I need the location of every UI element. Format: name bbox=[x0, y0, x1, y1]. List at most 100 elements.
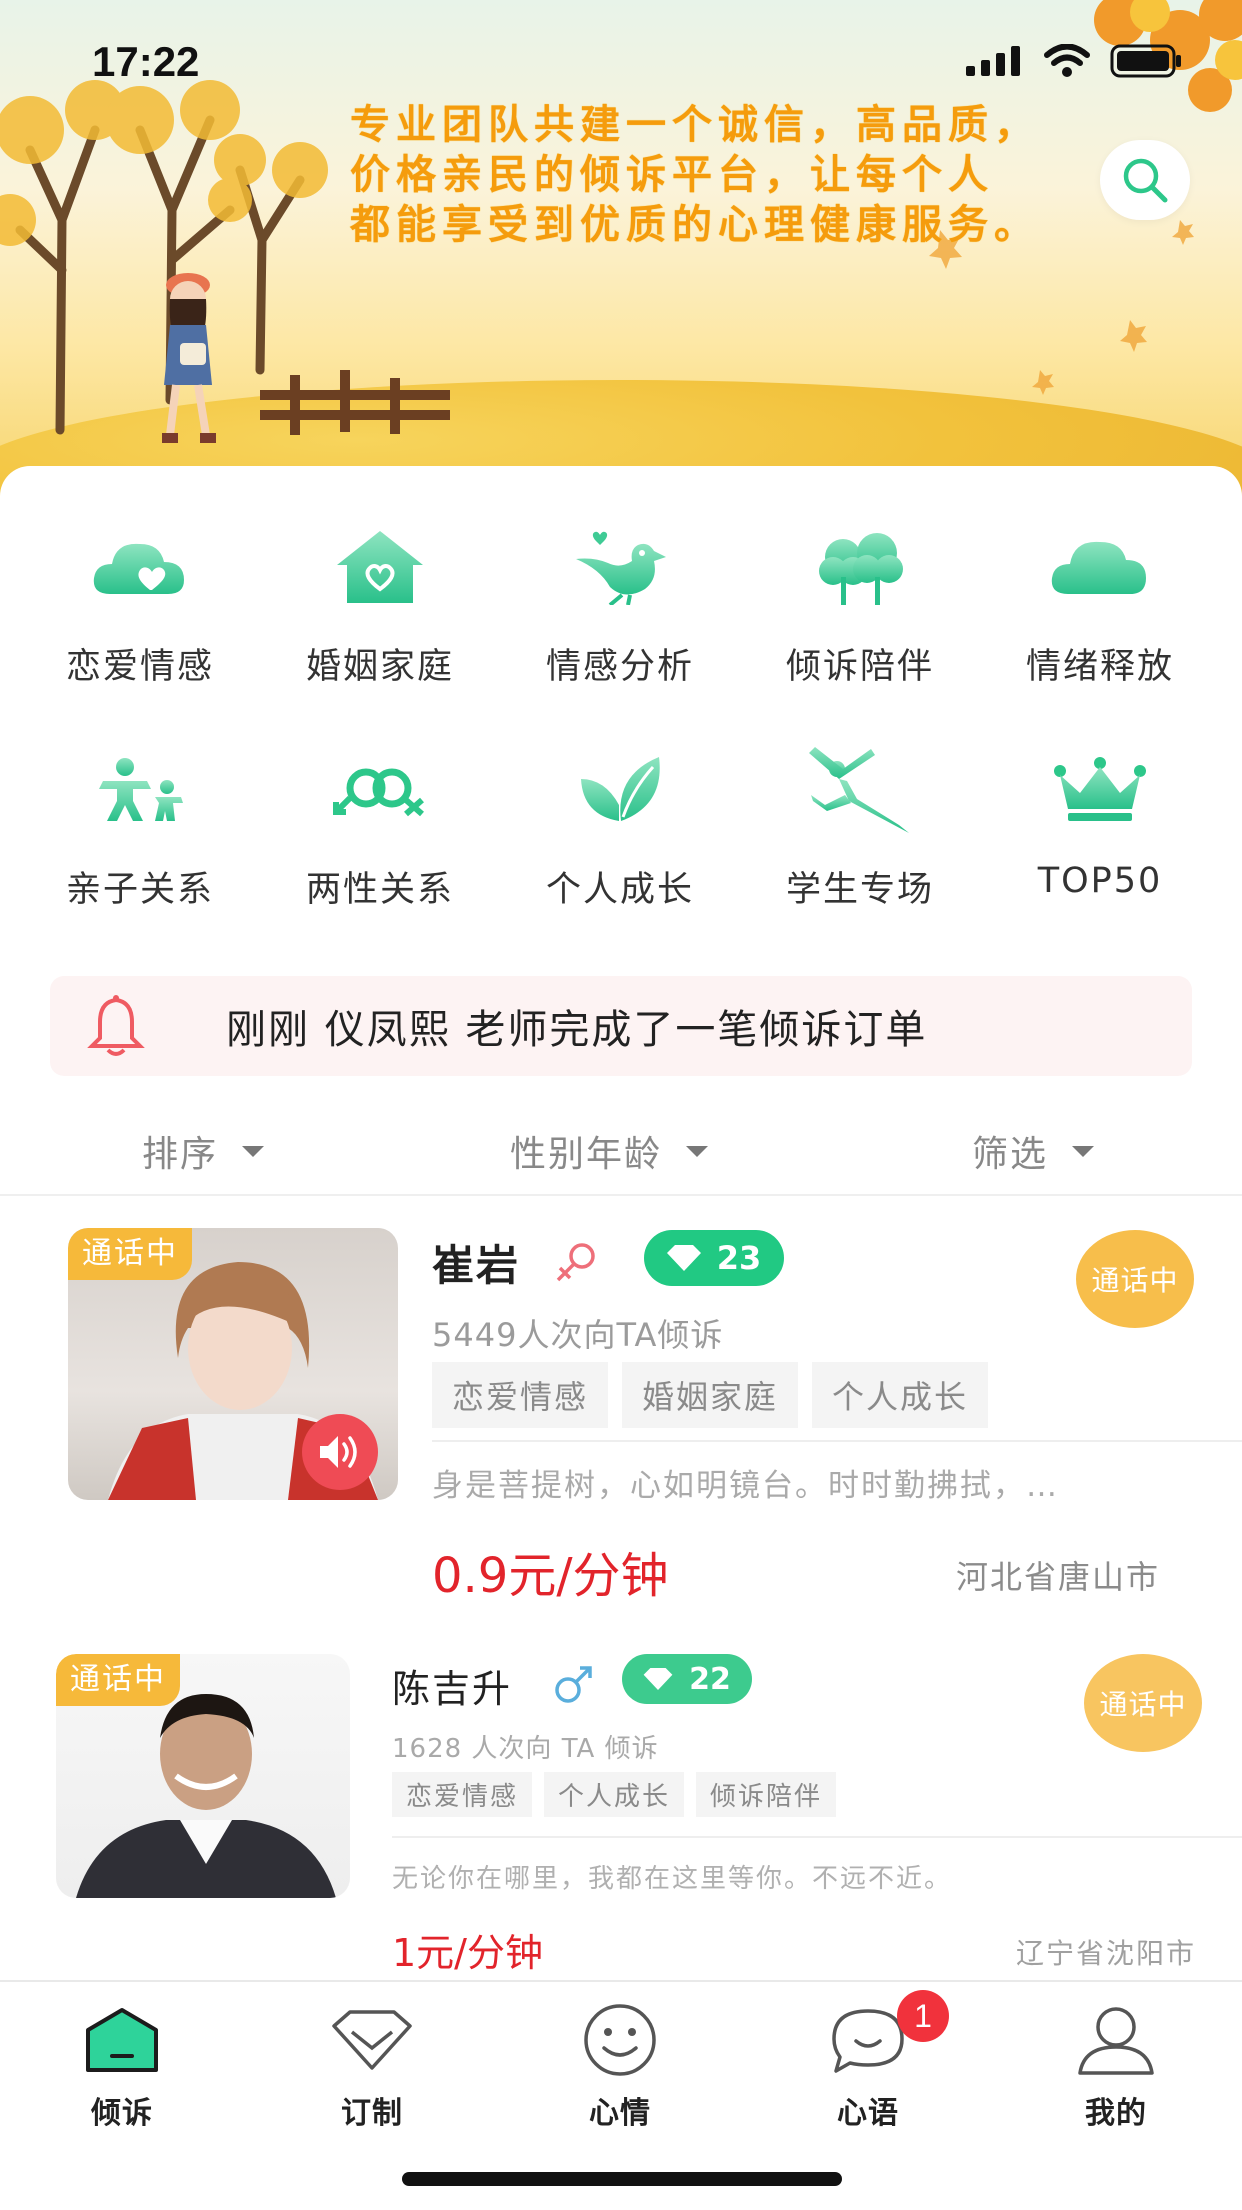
caret-down-icon bbox=[1072, 1145, 1095, 1157]
tag: 婚姻家庭 bbox=[622, 1362, 799, 1428]
call-status-button[interactable]: 通话中 bbox=[1084, 1654, 1202, 1752]
filter-label: 性别年龄 bbox=[510, 1134, 663, 1175]
home-icon bbox=[86, 2008, 158, 2072]
cellular-signal-icon bbox=[966, 46, 1020, 76]
filter-label: 筛选 bbox=[972, 1134, 1049, 1175]
tag: 个人成长 bbox=[544, 1772, 685, 1817]
listener-card[interactable]: 通话中 陈吉升 22 通话中 1628 人次向 TA 倾诉 恋爱情感 个人成长 … bbox=[0, 1646, 1242, 1976]
level-value: 22 bbox=[689, 1661, 731, 1697]
category-love[interactable]: 恋爱情感 bbox=[20, 522, 260, 689]
tag: 倾诉陪伴 bbox=[696, 1772, 837, 1817]
tab-label: 心语 bbox=[837, 2096, 899, 2131]
female-icon bbox=[556, 1243, 595, 1282]
girl-illustration bbox=[162, 273, 216, 443]
call-count: 1628 人次向 TA 倾诉 bbox=[392, 1734, 659, 1764]
listener-price: 1元/分钟 bbox=[392, 1931, 543, 1975]
category-label: 学生专场 bbox=[785, 870, 934, 910]
card-divider bbox=[392, 1836, 1242, 1838]
filter-screen[interactable]: 筛选 bbox=[972, 1125, 1095, 1177]
status-tag: 通话中 bbox=[56, 1654, 180, 1706]
header-banner: 17:22 专业团队共建一个诚信，高品质， 价格亲民的倾诉平台，让每个人 都能享… bbox=[0, 0, 1242, 500]
category-label: 情感分析 bbox=[545, 647, 694, 687]
category-label: 恋爱情感 bbox=[65, 647, 214, 687]
bird-icon bbox=[576, 531, 666, 605]
bell-icon bbox=[87, 995, 145, 1056]
tag-list: 恋爱情感 个人成长 倾诉陪伴 bbox=[392, 1772, 837, 1817]
house-heart-icon bbox=[337, 531, 423, 603]
category-marriage[interactable]: 婚姻家庭 bbox=[260, 522, 500, 689]
tab-mood[interactable]: 心情 bbox=[520, 2000, 720, 2132]
filter-gender-age[interactable]: 性别年龄 bbox=[510, 1125, 709, 1177]
filter-sort[interactable]: 排序 bbox=[142, 1125, 265, 1177]
fence-illustration bbox=[260, 370, 450, 435]
unread-badge: 1 bbox=[897, 1990, 949, 2042]
leaf-icon bbox=[581, 757, 660, 821]
filter-divider bbox=[0, 1194, 1242, 1196]
category-students[interactable]: 学生专场 bbox=[740, 745, 980, 912]
tab-custom[interactable]: 订制 bbox=[272, 2000, 472, 2132]
wifi-icon bbox=[1044, 44, 1090, 77]
caret-down-icon bbox=[686, 1145, 709, 1157]
tag: 恋爱情感 bbox=[432, 1362, 609, 1428]
tag-list: 恋爱情感 婚姻家庭 个人成长 bbox=[432, 1362, 989, 1428]
listener-city: 辽宁省沈阳市 bbox=[1016, 1937, 1197, 1970]
listener-card[interactable]: 通话中 崔岩 23 通话中 5449人次向TA倾诉 恋爱情感 婚姻家庭 个人成长… bbox=[0, 1220, 1242, 1604]
category-label: 倾诉陪伴 bbox=[785, 647, 934, 687]
category-personal-growth[interactable]: 个人成长 bbox=[500, 745, 740, 912]
battery-icon bbox=[1110, 44, 1181, 78]
category-emotion-analysis[interactable]: 情感分析 bbox=[500, 522, 740, 689]
speaker-icon bbox=[320, 1436, 357, 1468]
diamond-icon bbox=[666, 1245, 701, 1271]
tab-messages[interactable]: 1 心语 bbox=[768, 1990, 968, 2132]
voice-intro-button[interactable] bbox=[302, 1414, 378, 1490]
call-count: 5449人次向TA倾诉 bbox=[432, 1316, 724, 1354]
tab-label: 心情 bbox=[589, 2096, 651, 2131]
cloud-icon bbox=[1051, 541, 1146, 594]
tab-profile[interactable]: 我的 bbox=[1016, 2000, 1216, 2132]
banner-slogan: 专业团队共建一个诚信，高品质， 价格亲民的倾诉平台，让每个人 都能享受到优质的心… bbox=[350, 100, 1170, 250]
order-notice-bar[interactable]: 刚刚 仪凤熙 老师完成了一笔倾诉订单 bbox=[50, 976, 1192, 1076]
category-grid: 恋爱情感 婚姻家庭 情感分析 倾诉陪伴 情绪释放 亲子关系 两性关系 个人成长 … bbox=[0, 522, 1242, 912]
hearts-cloud-icon bbox=[93, 543, 184, 594]
diamond-icon bbox=[332, 2010, 412, 2070]
search-button[interactable] bbox=[1100, 140, 1190, 220]
home-indicator bbox=[402, 2172, 842, 2186]
status-tag: 通话中 bbox=[68, 1228, 192, 1280]
slogan-line-3: 都能享受到优质的心理健康服务。 bbox=[350, 201, 1040, 248]
listener-price: 0.9元/分钟 bbox=[432, 1548, 669, 1604]
listener-quote: 身是菩提树，心如明镜台。时时勤拂拭，… bbox=[432, 1468, 1059, 1504]
category-top50[interactable]: TOP50 bbox=[980, 745, 1220, 912]
level-value: 23 bbox=[716, 1239, 762, 1277]
tab-label: 订制 bbox=[341, 2096, 403, 2131]
listener-avatar[interactable]: 通话中 bbox=[68, 1228, 398, 1500]
tag: 恋爱情感 bbox=[392, 1772, 533, 1817]
category-parent-child[interactable]: 亲子关系 bbox=[20, 745, 260, 912]
card-divider bbox=[432, 1440, 1242, 1442]
filter-label: 排序 bbox=[142, 1134, 219, 1175]
diamond-icon bbox=[643, 1668, 673, 1690]
category-label: 情绪释放 bbox=[1025, 647, 1174, 687]
level-badge: 23 bbox=[644, 1230, 784, 1286]
category-emotion-release[interactable]: 情绪释放 bbox=[980, 522, 1220, 689]
smile-icon bbox=[584, 2004, 656, 2076]
category-companionship[interactable]: 倾诉陪伴 bbox=[740, 522, 980, 689]
listener-city: 河北省唐山市 bbox=[956, 1558, 1161, 1596]
tab-confide[interactable]: 倾诉 bbox=[22, 2000, 222, 2132]
notice-text: 刚刚 仪凤熙 老师完成了一笔倾诉订单 bbox=[226, 1007, 928, 1053]
dancer-icon bbox=[809, 747, 909, 833]
crown-icon bbox=[1054, 757, 1146, 821]
gender-rings-icon bbox=[333, 768, 424, 817]
chat-icon bbox=[832, 2009, 904, 2073]
category-gender-relations[interactable]: 两性关系 bbox=[260, 745, 500, 912]
category-label: 婚姻家庭 bbox=[305, 647, 454, 687]
tab-label: 我的 bbox=[1085, 2096, 1147, 2131]
trees-icon bbox=[819, 533, 903, 605]
category-label: 两性关系 bbox=[305, 870, 454, 910]
listener-name: 崔岩 bbox=[432, 1241, 521, 1290]
listener-avatar[interactable]: 通话中 bbox=[56, 1654, 350, 1898]
call-status-button[interactable]: 通话中 bbox=[1076, 1230, 1194, 1328]
category-label: 个人成长 bbox=[545, 870, 694, 910]
category-label: TOP50 bbox=[1037, 861, 1163, 901]
filter-bar: 排序 性别年龄 筛选 bbox=[0, 1106, 1242, 1196]
search-icon bbox=[1123, 158, 1168, 203]
